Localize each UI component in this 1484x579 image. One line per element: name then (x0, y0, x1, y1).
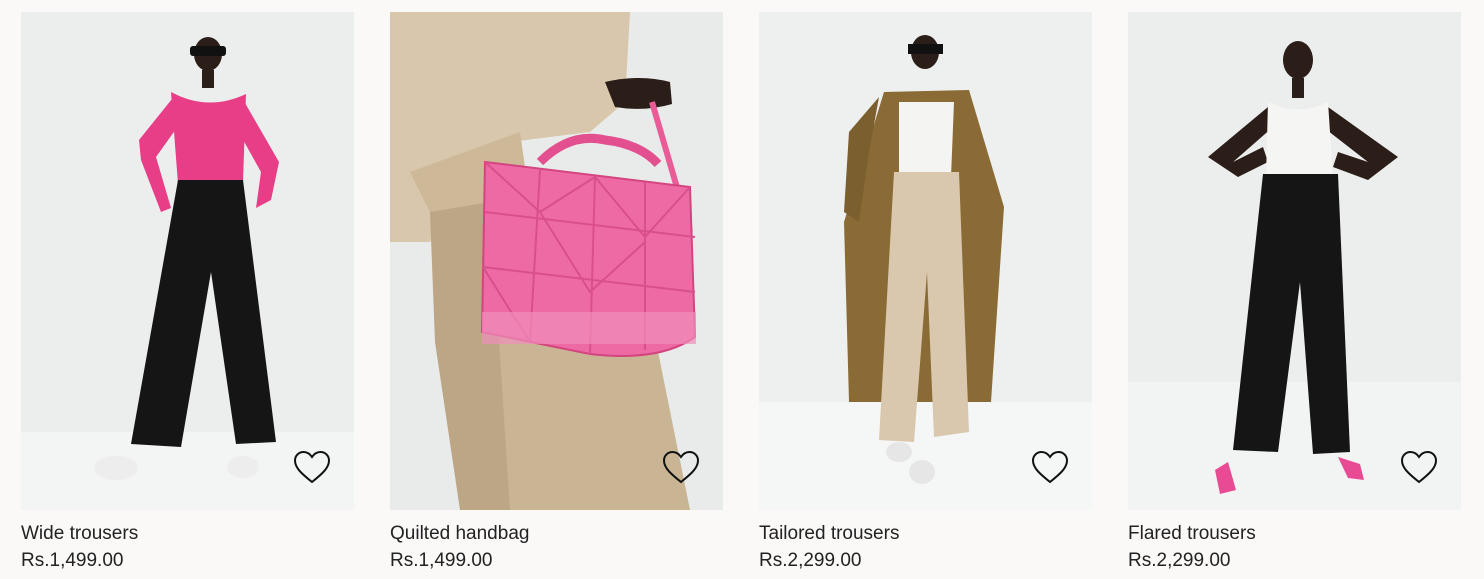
model-photo (759, 12, 1092, 510)
product-image[interactable] (21, 12, 354, 510)
product-name[interactable]: Flared trousers (1128, 523, 1461, 545)
product-image[interactable] (1128, 12, 1461, 510)
favorite-button[interactable] (292, 448, 332, 488)
model-photo (1128, 12, 1461, 510)
model-photo (390, 12, 723, 510)
product-card: Wide trousers Rs.1,499.00 (21, 12, 354, 572)
product-name[interactable]: Quilted handbag (390, 523, 723, 545)
product-image[interactable] (759, 12, 1092, 510)
product-card: Tailored trousers Rs.2,299.00 (759, 12, 1092, 572)
product-card: Quilted handbag Rs.1,499.00 (390, 12, 723, 572)
product-price: Rs.2,299.00 (1128, 550, 1231, 571)
model-photo (21, 12, 354, 510)
favorite-button[interactable] (1030, 448, 1070, 488)
product-name[interactable]: Tailored trousers (759, 523, 1092, 545)
heart-outline-icon (662, 450, 700, 484)
product-price: Rs.1,499.00 (390, 550, 493, 571)
favorite-button[interactable] (1399, 448, 1439, 488)
product-grid: Wide trousers Rs.1,499.00 Quilted handba… (0, 0, 1484, 579)
product-image[interactable] (390, 12, 723, 510)
product-price: Rs.2,299.00 (759, 550, 862, 571)
product-name[interactable]: Wide trousers (21, 523, 354, 545)
product-card: Flared trousers Rs.2,299.00 (1128, 12, 1461, 572)
product-price: Rs.1,499.00 (21, 550, 124, 571)
heart-outline-icon (1031, 450, 1069, 484)
favorite-button[interactable] (661, 448, 701, 488)
heart-outline-icon (1400, 450, 1438, 484)
heart-outline-icon (293, 450, 331, 484)
